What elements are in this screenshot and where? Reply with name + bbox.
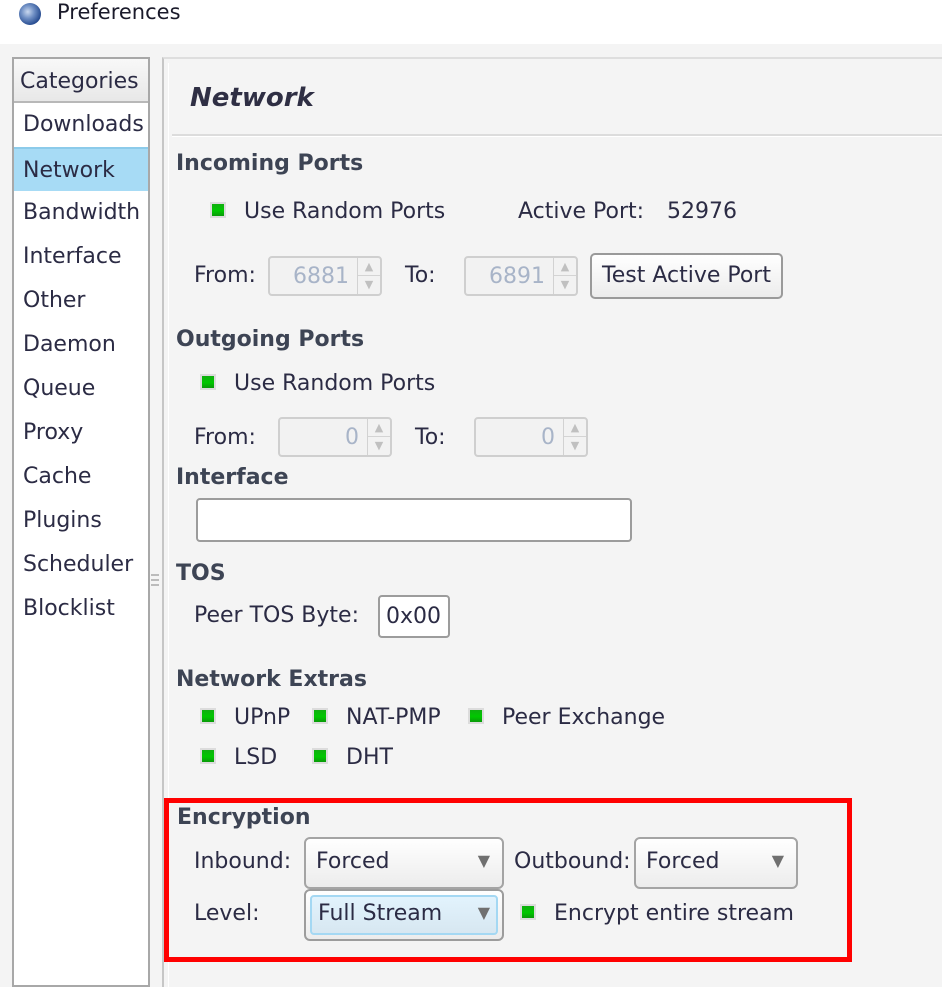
grip-line bbox=[151, 574, 159, 576]
window-title: Preferences bbox=[57, 0, 181, 24]
outgoing-use-random-checkbox[interactable] bbox=[200, 374, 216, 390]
upnp-checkbox[interactable] bbox=[200, 708, 216, 724]
sidebar-item-plugins[interactable]: Plugins bbox=[14, 499, 148, 543]
incoming-use-random-checkbox[interactable] bbox=[210, 202, 226, 218]
sidebar-item-blocklist[interactable]: Blocklist bbox=[14, 587, 148, 631]
peer-exchange-label: Peer Exchange bbox=[502, 705, 666, 730]
encryption-heading: Encryption bbox=[177, 805, 311, 830]
spinner-up-icon[interactable]: ▲ bbox=[368, 419, 390, 437]
outgoing-from-value[interactable]: 0 bbox=[280, 419, 368, 455]
peer-tos-label: Peer TOS Byte: bbox=[194, 603, 359, 628]
level-value: Full Stream bbox=[318, 901, 443, 926]
incoming-ports-heading: Incoming Ports bbox=[176, 151, 364, 176]
sidebar-item-bandwidth[interactable]: Bandwidth bbox=[14, 191, 148, 235]
grip-line bbox=[151, 584, 159, 586]
outgoing-from-spinner[interactable]: 0 ▲ ▼ bbox=[278, 417, 392, 457]
sidebar-item-other[interactable]: Other bbox=[14, 279, 148, 323]
incoming-from-value[interactable]: 6881 bbox=[270, 258, 358, 294]
level-dropdown[interactable]: Full Stream ▼ bbox=[304, 889, 504, 941]
sidebar-item-daemon[interactable]: Daemon bbox=[14, 323, 148, 367]
outgoing-to-value[interactable]: 0 bbox=[476, 419, 564, 455]
spinner-up-icon[interactable]: ▲ bbox=[554, 258, 576, 276]
lsd-checkbox[interactable] bbox=[200, 748, 216, 764]
nat-pmp-checkbox[interactable] bbox=[312, 708, 328, 724]
inbound-value: Forced bbox=[316, 849, 390, 874]
sidebar-item-scheduler[interactable]: Scheduler bbox=[14, 543, 148, 587]
test-active-port-button[interactable]: Test Active Port bbox=[590, 253, 783, 299]
incoming-from-label: From: bbox=[194, 263, 256, 288]
spinner-up-icon[interactable]: ▲ bbox=[564, 419, 586, 437]
chevron-down-icon: ▼ bbox=[477, 903, 490, 922]
peer-tos-input[interactable]: 0x00 bbox=[378, 595, 450, 638]
sidebar-item-network[interactable]: Network bbox=[14, 147, 148, 191]
page-title: Network bbox=[190, 83, 314, 113]
nat-pmp-label: NAT-PMP bbox=[346, 705, 441, 730]
outgoing-from-label: From: bbox=[194, 425, 256, 450]
chevron-down-icon: ▼ bbox=[477, 851, 490, 870]
interface-input[interactable] bbox=[196, 498, 632, 542]
encrypt-entire-stream-checkbox[interactable] bbox=[520, 904, 536, 920]
outgoing-to-spinner[interactable]: 0 ▲ ▼ bbox=[474, 417, 588, 457]
incoming-use-random-label: Use Random Ports bbox=[244, 199, 446, 224]
sidebar-item-downloads[interactable]: Downloads bbox=[14, 103, 148, 147]
outbound-dropdown[interactable]: Forced ▼ bbox=[634, 837, 798, 889]
sidebar-item-queue[interactable]: Queue bbox=[14, 367, 148, 411]
outgoing-to-label: To: bbox=[415, 425, 446, 450]
peer-exchange-checkbox[interactable] bbox=[468, 708, 484, 724]
chevron-down-icon: ▼ bbox=[771, 851, 784, 870]
outgoing-ports-heading: Outgoing Ports bbox=[176, 327, 365, 352]
inbound-dropdown[interactable]: Forced ▼ bbox=[304, 837, 504, 889]
sidebar-item-interface[interactable]: Interface bbox=[14, 235, 148, 279]
splitter-handle[interactable] bbox=[151, 574, 159, 590]
sidebar-item-cache[interactable]: Cache bbox=[14, 455, 148, 499]
incoming-from-spinner[interactable]: 6881 ▲ ▼ bbox=[268, 256, 382, 296]
title-bar: Preferences bbox=[0, 0, 942, 44]
spinner-down-icon[interactable]: ▼ bbox=[368, 437, 390, 455]
spinner-down-icon[interactable]: ▼ bbox=[564, 437, 586, 455]
tos-heading: TOS bbox=[176, 561, 226, 586]
level-label: Level: bbox=[194, 901, 260, 926]
categories-header: Categories bbox=[14, 59, 148, 103]
inbound-label: Inbound: bbox=[194, 849, 292, 874]
incoming-to-spinner[interactable]: 6891 ▲ ▼ bbox=[464, 256, 578, 296]
sidebar-item-proxy[interactable]: Proxy bbox=[14, 411, 148, 455]
dht-label: DHT bbox=[346, 745, 393, 770]
spinner-up-icon[interactable]: ▲ bbox=[358, 258, 380, 276]
upnp-label: UPnP bbox=[234, 705, 291, 730]
app-icon bbox=[19, 3, 41, 25]
spinner-down-icon[interactable]: ▼ bbox=[554, 276, 576, 294]
active-port-label: Active Port: bbox=[518, 199, 645, 224]
interface-heading: Interface bbox=[176, 465, 289, 490]
outbound-label: Outbound: bbox=[514, 849, 631, 874]
encrypt-entire-stream-label: Encrypt entire stream bbox=[554, 901, 794, 926]
outbound-value: Forced bbox=[646, 849, 720, 874]
categories-list[interactable]: Categories Downloads Network Bandwidth I… bbox=[12, 57, 150, 987]
active-port-value: 52976 bbox=[667, 199, 737, 224]
lsd-label: LSD bbox=[234, 745, 278, 770]
incoming-to-value[interactable]: 6891 bbox=[466, 258, 554, 294]
outgoing-use-random-label: Use Random Ports bbox=[234, 371, 436, 396]
title-separator bbox=[172, 134, 942, 137]
network-extras-heading: Network Extras bbox=[176, 667, 367, 692]
dht-checkbox[interactable] bbox=[312, 748, 328, 764]
grip-line bbox=[151, 579, 159, 581]
spinner-down-icon[interactable]: ▼ bbox=[358, 276, 380, 294]
incoming-to-label: To: bbox=[405, 263, 436, 288]
